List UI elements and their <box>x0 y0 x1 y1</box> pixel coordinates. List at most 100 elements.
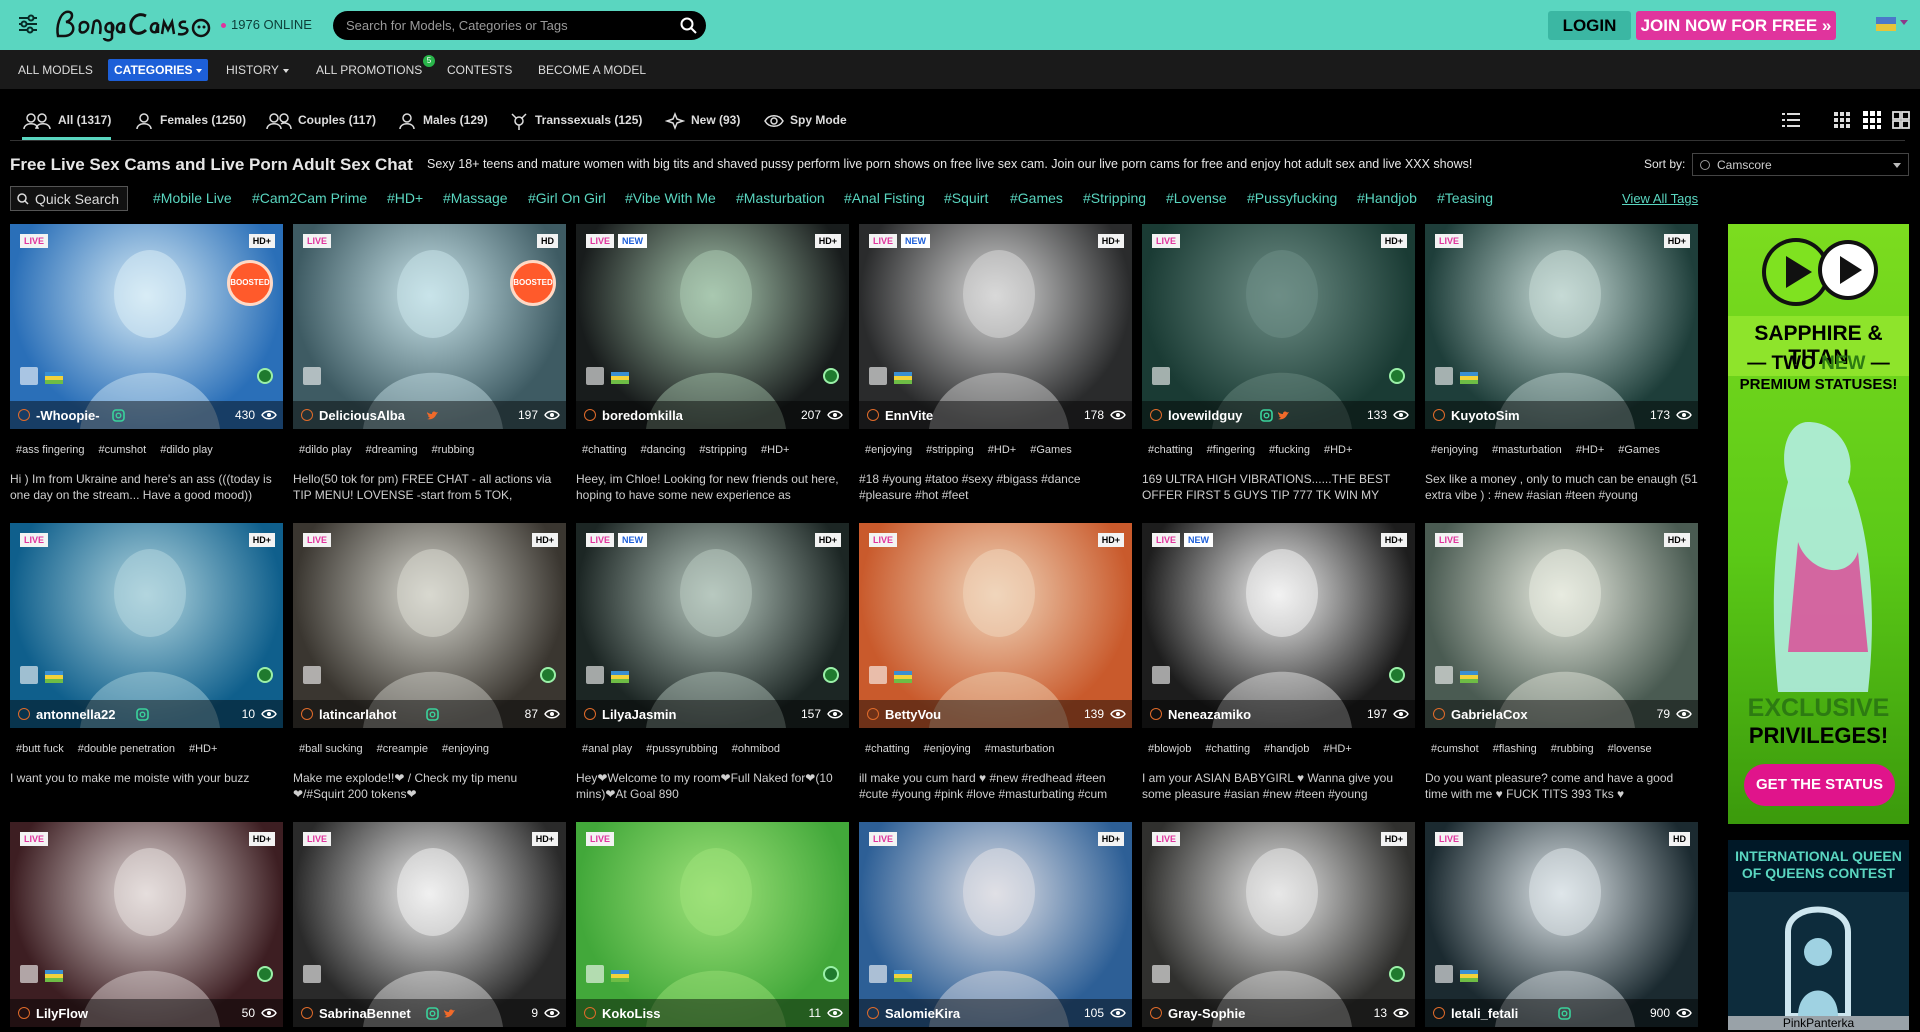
tag-link[interactable]: #Masturbation <box>736 190 825 206</box>
model-thumbnail[interactable]: LIVE NEW HD+ EnnVite 178 <box>859 224 1132 429</box>
sort-select[interactable]: Camscore <box>1692 153 1909 176</box>
model-tag[interactable]: #stripping <box>926 444 974 456</box>
model-tag[interactable]: #ball sucking <box>299 743 363 755</box>
model-tag[interactable]: #HD+ <box>1324 444 1352 456</box>
search-similar-icon[interactable] <box>1435 965 1453 983</box>
model-name[interactable]: KuyotoSim <box>1451 408 1520 423</box>
model-name[interactable]: SalomieKira <box>885 1006 960 1021</box>
tab-males[interactable]: Males (129) <box>397 112 488 140</box>
model-tag[interactable]: #rubbing <box>1551 743 1594 755</box>
search-similar-icon[interactable] <box>586 965 604 983</box>
model-thumbnail[interactable]: LIVE KokoLiss 11 <box>576 822 849 1027</box>
tag-link[interactable]: #Vibe With Me <box>625 190 716 206</box>
model-name[interactable]: LilyFlow <box>36 1006 88 1021</box>
model-name[interactable]: latincarlahot <box>319 707 396 722</box>
tag-link[interactable]: #Games <box>1010 190 1063 206</box>
search-similar-icon[interactable] <box>586 666 604 684</box>
nav-all-models[interactable]: ALL MODELS <box>18 63 93 77</box>
instagram-icon[interactable] <box>1259 409 1273 422</box>
model-tag[interactable]: #HD+ <box>988 444 1016 456</box>
model-tag[interactable]: #HD+ <box>1576 444 1604 456</box>
model-thumbnail[interactable]: LIVE HD BOOSTED DeliciousAlba 197 <box>293 224 566 429</box>
model-tag[interactable]: #lovense <box>1608 743 1652 755</box>
instagram-icon[interactable] <box>426 708 440 721</box>
model-tag[interactable]: #fucking <box>1269 444 1310 456</box>
instagram-icon[interactable] <box>112 409 125 422</box>
model-tag[interactable]: #enjoying <box>865 444 912 456</box>
model-thumbnail[interactable]: LIVE HD+ BOOSTED -Whoopie- 430 <box>10 224 283 429</box>
search-similar-icon[interactable] <box>586 367 604 385</box>
model-tag[interactable]: #HD+ <box>761 444 789 456</box>
model-thumbnail[interactable]: LIVE NEW HD+ boredomkilla 207 <box>576 224 849 429</box>
nav-contests[interactable]: CONTESTS <box>447 63 512 77</box>
info-icon[interactable] <box>1433 409 1445 421</box>
nav-categories[interactable]: CATEGORIES <box>108 59 209 81</box>
model-tag[interactable]: #chatting <box>1148 444 1193 456</box>
nav-all-promotions[interactable]: ALL PROMOTIONS <box>316 63 422 77</box>
search-similar-icon[interactable] <box>1152 367 1170 385</box>
model-tag[interactable]: #enjoying <box>924 743 971 755</box>
quick-search-button[interactable]: Quick Search <box>10 186 128 211</box>
search-similar-icon[interactable] <box>1152 666 1170 684</box>
search-similar-icon[interactable] <box>1435 666 1453 684</box>
model-tag[interactable]: #stripping <box>699 444 747 456</box>
model-name[interactable]: GabrielaCox <box>1451 707 1528 722</box>
model-tag[interactable]: #dildo play <box>299 444 352 456</box>
tab-females[interactable]: Females (1250) <box>134 112 246 140</box>
model-tag[interactable]: #anal play <box>582 743 632 755</box>
settings-sliders-icon[interactable] <box>18 14 38 34</box>
info-icon[interactable] <box>867 409 879 421</box>
tag-link[interactable]: #Anal Fisting <box>844 190 925 206</box>
tag-link[interactable]: #Girl On Girl <box>528 190 606 206</box>
model-name[interactable]: SabrinaBennet <box>319 1006 411 1021</box>
promo-banner-contest[interactable]: INTERNATIONAL QUEEN OF QUEENS CONTEST Pi… <box>1728 840 1909 1030</box>
instagram-icon[interactable] <box>426 1007 440 1020</box>
model-name[interactable]: Neneazamiko <box>1168 707 1251 722</box>
model-tag[interactable]: #chatting <box>865 743 910 755</box>
tag-link[interactable]: #Pussyfucking <box>1247 190 1337 206</box>
model-thumbnail[interactable]: LIVE HD+ GabrielaCox 79 <box>1425 523 1698 728</box>
model-name[interactable]: lovewildguy <box>1168 408 1242 423</box>
model-tag[interactable]: #double penetration <box>78 743 175 755</box>
search-similar-icon[interactable] <box>20 666 38 684</box>
tag-link[interactable]: #Mobile Live <box>153 190 232 206</box>
get-status-button[interactable]: GET THE STATUS <box>1744 764 1895 806</box>
instagram-icon[interactable] <box>1558 1007 1572 1020</box>
info-icon[interactable] <box>301 409 313 421</box>
model-name[interactable]: BettyVou <box>885 707 941 722</box>
model-thumbnail[interactable]: LIVE HD+ SabrinaBennet 9 <box>293 822 566 1027</box>
model-tag[interactable]: #cumshot <box>1431 743 1479 755</box>
tab-couples[interactable]: Couples (117) <box>266 112 376 140</box>
model-tag[interactable]: #ohmibod <box>732 743 780 755</box>
model-name[interactable]: EnnVite <box>885 408 933 423</box>
info-icon[interactable] <box>301 1007 313 1019</box>
language-flag-icon[interactable] <box>1876 17 1896 31</box>
search-similar-icon[interactable] <box>303 965 321 983</box>
model-tag[interactable]: #butt fuck <box>16 743 64 755</box>
model-thumbnail[interactable]: LIVE HD+ SalomieKira 105 <box>859 822 1132 1027</box>
model-thumbnail[interactable]: LIVE HD+ KuyotoSim 173 <box>1425 224 1698 429</box>
model-thumbnail[interactable]: LIVE HD+ antonnella22 10 <box>10 523 283 728</box>
info-icon[interactable] <box>1150 708 1162 720</box>
grid-small-view-icon[interactable] <box>1833 110 1853 130</box>
tag-link[interactable]: #Cam2Cam Prime <box>252 190 367 206</box>
search-similar-icon[interactable] <box>1152 965 1170 983</box>
model-name[interactable]: antonnella22 <box>36 707 115 722</box>
model-tag[interactable]: #Games <box>1030 444 1072 456</box>
model-tag[interactable]: #enjoying <box>1431 444 1478 456</box>
model-tag[interactable]: #dancing <box>641 444 686 456</box>
info-icon[interactable] <box>867 708 879 720</box>
search-similar-icon[interactable] <box>869 367 887 385</box>
model-name[interactable]: Gray-Sophie <box>1168 1006 1245 1021</box>
model-tag[interactable]: #pussyrubbing <box>646 743 718 755</box>
model-name[interactable]: -Whoopie- <box>36 408 100 423</box>
model-name[interactable]: DeliciousAlba <box>319 408 405 423</box>
tag-link[interactable]: #Handjob <box>1357 190 1417 206</box>
model-tag[interactable]: #fingering <box>1207 444 1255 456</box>
info-icon[interactable] <box>867 1007 879 1019</box>
model-tag[interactable]: #dildo play <box>160 444 213 456</box>
tab-transsexuals[interactable]: Transsexuals (125) <box>509 112 642 140</box>
model-tag[interactable]: #chatting <box>582 444 627 456</box>
tab-spy-mode[interactable]: Spy Mode <box>764 112 847 140</box>
model-tag[interactable]: #blowjob <box>1148 743 1191 755</box>
